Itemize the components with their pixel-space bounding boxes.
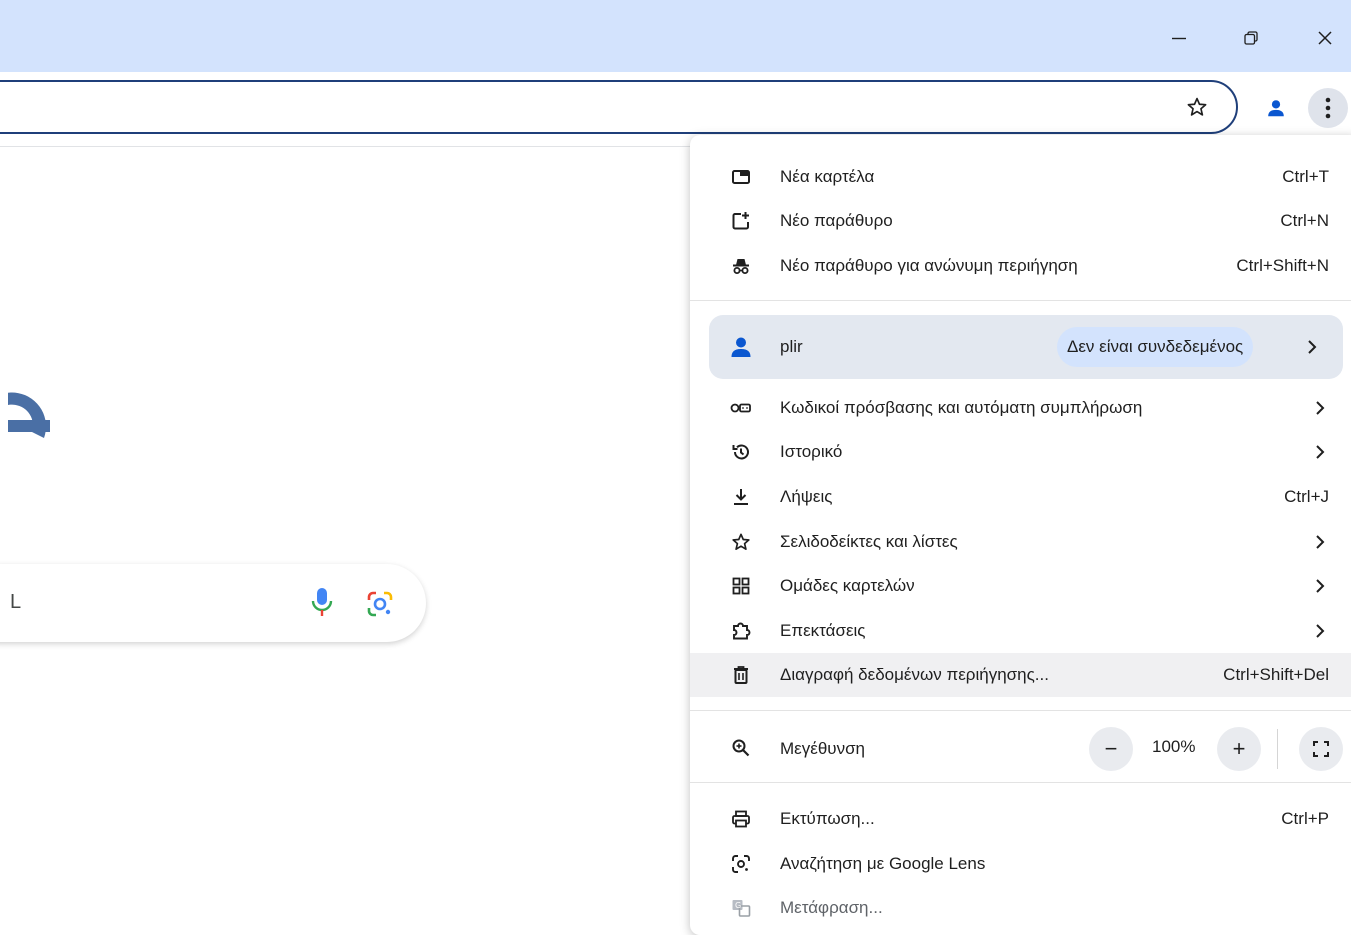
restore-icon	[1244, 31, 1258, 45]
zoom-in-button[interactable]: +	[1217, 727, 1261, 771]
menu-item-google-lens[interactable]: Αναζήτηση με Google Lens	[690, 842, 1351, 886]
menu-item-label: Αναζήτηση με Google Lens	[780, 854, 986, 873]
fullscreen-button[interactable]	[1299, 727, 1343, 771]
close-button[interactable]	[1302, 18, 1348, 58]
close-icon	[1318, 31, 1332, 45]
menu-item-label: Ομάδες καρτελών	[780, 576, 915, 595]
incognito-icon	[730, 255, 752, 277]
menu-divider	[690, 782, 1351, 783]
microphone-icon[interactable]	[310, 586, 334, 618]
google-lens-icon[interactable]	[366, 590, 394, 618]
star-outline-icon	[730, 531, 752, 553]
menu-item-translate[interactable]: G Μετάφραση...	[690, 886, 1351, 930]
menu-item-label: Μεγέθυνση	[780, 739, 866, 758]
menu-divider	[690, 300, 1351, 301]
restore-button[interactable]	[1228, 18, 1274, 58]
google-search-box[interactable]: L	[0, 564, 426, 642]
menu-item-label: Λήψεις	[780, 487, 833, 506]
menu-item-label: Νέα καρτέλα	[780, 167, 875, 186]
new-tab-icon	[730, 166, 752, 188]
printer-icon	[730, 808, 752, 830]
fullscreen-icon	[1313, 741, 1329, 757]
google-lens-icon	[730, 853, 752, 875]
profile-button[interactable]	[1258, 90, 1294, 126]
three-dots-vertical-icon	[1325, 97, 1331, 119]
download-icon	[730, 486, 752, 508]
menu-item-label: Σελιδοδείκτες και λίστες	[780, 532, 958, 551]
menu-item-label: Ιστορικό	[780, 442, 843, 461]
menu-item-extensions[interactable]: Επεκτάσεις	[690, 609, 1351, 653]
trash-icon	[730, 664, 752, 686]
chrome-menu-button[interactable]	[1308, 88, 1348, 128]
chevron-right-icon	[1313, 621, 1327, 641]
chevron-right-icon	[1313, 442, 1327, 462]
key-icon	[730, 397, 752, 419]
chevron-right-icon	[1305, 337, 1319, 357]
menu-item-label: Μετάφραση...	[780, 898, 883, 917]
menu-item-zoom: Μεγέθυνση − 100% +	[690, 723, 1351, 775]
translate-icon: G	[730, 897, 752, 919]
menu-item-incognito[interactable]: Νέο παράθυρο για ανώνυμη περιήγηση Ctrl+…	[690, 244, 1351, 288]
menu-item-shortcut: Ctrl+Shift+N	[1236, 256, 1329, 275]
title-bar	[0, 0, 1351, 72]
zoom-level: 100%	[1152, 737, 1196, 756]
menu-item-shortcut: Ctrl+P	[1281, 809, 1329, 828]
menu-item-print[interactable]: Εκτύπωση... Ctrl+P	[690, 797, 1351, 841]
menu-item-shortcut: Ctrl+T	[1282, 167, 1329, 186]
minimize-button[interactable]	[1156, 18, 1202, 58]
menu-item-label: Νέο παράθυρο για ανώνυμη περιήγηση	[780, 256, 1078, 275]
menu-item-new-window[interactable]: Νέο παράθυρο Ctrl+N	[690, 199, 1351, 243]
menu-item-tab-groups[interactable]: Ομάδες καρτελών	[690, 564, 1351, 608]
menu-item-label: Επεκτάσεις	[780, 621, 866, 640]
menu-item-label: Νέο παράθυρο	[780, 211, 893, 230]
person-icon	[731, 337, 751, 357]
menu-item-shortcut: Ctrl+N	[1280, 211, 1329, 230]
tab-groups-icon	[730, 575, 752, 597]
sign-in-status-badge: Δεν είναι συνδεδεμένος	[1057, 327, 1254, 367]
menu-item-label: Κωδικοί πρόσβασης και αυτόματη συμπλήρωσ…	[780, 398, 1143, 417]
svg-text:G: G	[735, 901, 741, 910]
menu-item-label: Εκτύπωση...	[780, 809, 875, 828]
menu-item-clear-browsing-data[interactable]: Διαγραφή δεδομένων περιήγησης... Ctrl+Sh…	[690, 653, 1351, 697]
search-box-text: L	[10, 591, 22, 613]
history-icon	[730, 441, 752, 463]
menu-item-history[interactable]: Ιστορικό	[690, 430, 1351, 474]
bookmark-button[interactable]	[1178, 88, 1216, 126]
star-outline-icon	[1187, 97, 1207, 116]
address-bar[interactable]	[0, 80, 1238, 134]
menu-item-new-tab[interactable]: Νέα καρτέλα Ctrl+T	[690, 155, 1351, 199]
menu-divider	[690, 710, 1351, 711]
zoom-out-button[interactable]: −	[1089, 727, 1133, 771]
zoom-divider	[1277, 729, 1278, 769]
minimize-icon	[1172, 37, 1186, 40]
menu-item-downloads[interactable]: Λήψεις Ctrl+J	[690, 475, 1351, 519]
google-logo-partial	[8, 384, 54, 468]
menu-item-profile[interactable]: plir Δεν είναι συνδεδεμένος	[709, 315, 1343, 379]
chrome-main-menu: Νέα καρτέλα Ctrl+T Νέο παράθυρο Ctrl+N Ν…	[690, 135, 1351, 935]
menu-item-bookmarks[interactable]: Σελιδοδείκτες και λίστες	[690, 520, 1351, 564]
chevron-right-icon	[1313, 398, 1327, 418]
new-window-icon	[730, 210, 752, 232]
menu-item-shortcut: Ctrl+J	[1284, 487, 1329, 506]
person-icon	[1268, 100, 1284, 117]
profile-name: plir	[780, 337, 803, 356]
chevron-right-icon	[1313, 576, 1327, 596]
menu-item-passwords[interactable]: Κωδικοί πρόσβασης και αυτόματη συμπλήρωσ…	[690, 386, 1351, 430]
menu-item-shortcut: Ctrl+Shift+Del	[1223, 665, 1329, 684]
chevron-right-icon	[1313, 532, 1327, 552]
menu-item-label: Διαγραφή δεδομένων περιήγησης...	[780, 665, 1049, 684]
puzzle-piece-icon	[730, 620, 752, 642]
zoom-in-icon	[730, 737, 752, 759]
